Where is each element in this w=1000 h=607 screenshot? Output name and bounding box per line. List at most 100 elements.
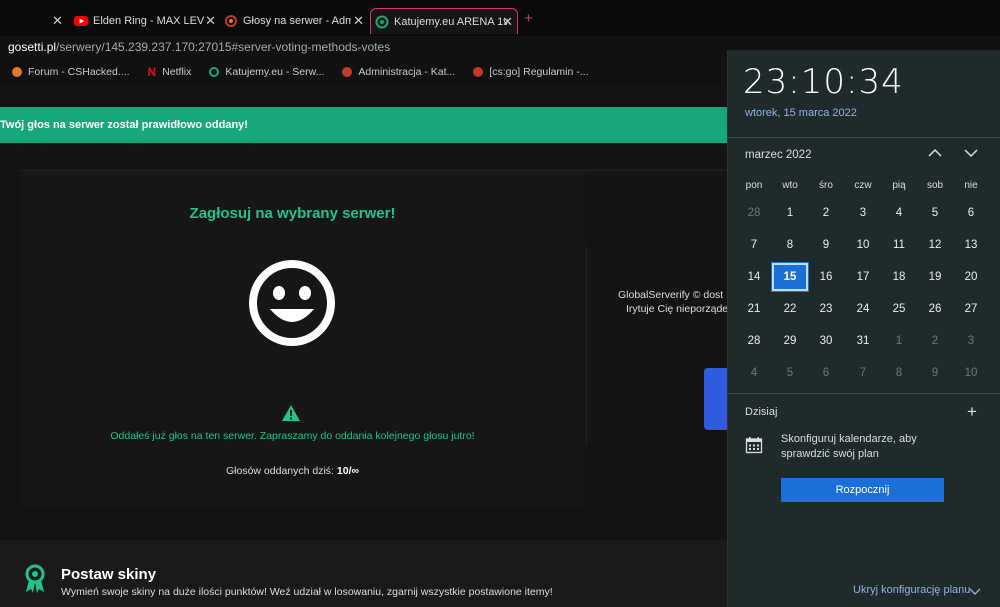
add-event-button[interactable]: + [967,402,977,422]
calendar-day[interactable]: 9 [808,231,844,259]
calendar-day[interactable]: 9 [917,359,953,387]
warning-icon [282,405,300,421]
vote-title: Zagłosuj na wybrany serwer! [189,205,396,222]
bookmark-label: [cs:go] Regulamin -... [489,66,589,78]
calendar-day[interactable]: 17 [845,263,881,291]
divider [727,393,1000,394]
bookmark-label: Forum - CSHacked.... [28,66,130,78]
skins-description: Wymień swoje skiny na duże ilości punktó… [61,586,553,598]
calendar-day[interactable]: 29 [772,327,808,355]
calendar-day[interactable]: 4 [881,199,917,227]
bookmark-label: Administracja - Kat... [358,66,456,78]
calendar-day[interactable]: 5 [772,359,808,387]
bookmark-item[interactable]: N Netflix [148,65,192,79]
calendar-day[interactable]: 2 [808,199,844,227]
calendar-day[interactable]: 19 [917,263,953,291]
award-ribbon-icon [25,564,45,593]
chevron-up-icon[interactable] [927,145,943,161]
calendar-day[interactable]: 25 [881,295,917,323]
calendar-day[interactable]: 22 [772,295,808,323]
address-path: /serwery/145.239.237.170:27015#server-vo… [56,40,391,54]
tab-close-icon[interactable]: ✕ [353,13,364,29]
tab-elden-ring[interactable]: Elden Ring - MAX LEVEL 71 ✕ [74,8,220,34]
calendar-day[interactable]: 10 [845,231,881,259]
weekday-label: czw [854,180,872,191]
calendar-day[interactable]: 1 [772,199,808,227]
new-tab-button[interactable]: + [524,10,533,27]
site-icon [473,67,484,77]
votes-counter-label: Głosów oddanych dziś: [226,465,337,477]
hide-plan-link[interactable]: Ukryj konfigurację planu [853,584,970,596]
side-button[interactable] [704,368,728,430]
calendar-message: Skonfiguruj kalendarze, aby [781,433,917,445]
chevron-down-icon[interactable] [963,145,979,161]
votes-counter-value: 10/∞ [336,465,359,477]
calendar-month[interactable]: marzec 2022 [745,149,811,161]
site-icon [342,67,353,77]
tab-katujemy[interactable]: Katujemy.eu ARENA 1v1 10 ✕ [370,8,518,34]
chevron-down-icon[interactable] [969,586,981,596]
tab-close-icon[interactable]: ✕ [205,13,216,29]
bookmark-item[interactable]: [cs:go] Regulamin -... [473,66,589,78]
weekday-label: wto [782,180,798,191]
calendar-day[interactable]: 10 [953,359,989,387]
calendar-day[interactable]: 1 [881,327,917,355]
calendar-day[interactable]: 13 [953,231,989,259]
calendar-day[interactable]: 8 [881,359,917,387]
tab-bar: ✕ Elden Ring - MAX LEVEL 71 ✕ Głosy na s… [0,0,1000,36]
calendar-day[interactable]: 8 [772,231,808,259]
calendar-day[interactable]: 14 [736,263,772,291]
tab-close-icon[interactable]: ✕ [502,14,513,30]
weekday-label: pią [892,180,906,191]
calendar-day[interactable]: 20 [953,263,989,291]
calendar-day[interactable]: 3 [845,199,881,227]
divider [586,245,587,445]
bookmark-item[interactable]: Administracja - Kat... [342,66,455,78]
katujemy-icon [209,67,220,77]
tab-close-icon[interactable]: ✕ [52,13,63,29]
address-host: gosetti.pl [8,40,57,54]
clock-date[interactable]: wtorek, 15 marca 2022 [745,107,857,119]
bookmark-label: Katujemy.eu - Serw... [225,66,325,78]
calendar-day[interactable]: 12 [917,231,953,259]
youtube-icon [74,16,88,26]
tab-glosy[interactable]: Głosy na serwer - Administ ✕ [224,8,368,34]
calendar-day[interactable]: 31 [845,327,881,355]
bookmark-label: Netflix [162,66,192,78]
site-icon [225,15,237,27]
start-button[interactable]: Rozpocznij [781,478,944,502]
votes-counter: Głosów oddanych dziś: 10/∞ [0,465,585,477]
calendar-day[interactable]: 11 [881,231,917,259]
calendar-day[interactable]: 26 [917,295,953,323]
weekday-label: sob [926,180,944,191]
calendar-day-today[interactable]: 15 [771,262,809,292]
tab-label: Głosy na serwer - Administ [243,15,351,27]
calendar-day[interactable]: 3 [953,327,989,355]
calendar-message: sprawdzić swój plan [781,448,879,460]
calendar-day[interactable]: 18 [881,263,917,291]
calendar-day[interactable]: 30 [808,327,844,355]
tab-label: Katujemy.eu ARENA 1v1 10 [394,15,508,28]
calendar-day[interactable]: 27 [953,295,989,323]
calendar-day[interactable]: 4 [736,359,772,387]
bookmark-item[interactable]: Katujemy.eu - Serw... [209,66,324,78]
calendar-day[interactable]: 6 [953,199,989,227]
calendar-day[interactable]: 28 [736,199,772,227]
weekday-label: śro [819,180,833,191]
calendar-day[interactable]: 16 [808,263,844,291]
calendar-day[interactable]: 5 [917,199,953,227]
smiley-icon [249,260,335,346]
calendar-day[interactable]: 23 [808,295,844,323]
side-text: Irytuje Cię nieporządek [626,303,734,315]
calendar-icon [745,437,763,454]
calendar-day[interactable]: 7 [845,359,881,387]
calendar-day[interactable]: 2 [917,327,953,355]
forum-icon [12,67,22,77]
skins-title: Postaw skiny [61,566,157,583]
calendar-day[interactable]: 28 [736,327,772,355]
calendar-day[interactable]: 21 [736,295,772,323]
calendar-day[interactable]: 24 [845,295,881,323]
calendar-day[interactable]: 7 [736,231,772,259]
bookmark-item[interactable]: Forum - CSHacked.... [12,66,130,78]
calendar-day[interactable]: 6 [808,359,844,387]
